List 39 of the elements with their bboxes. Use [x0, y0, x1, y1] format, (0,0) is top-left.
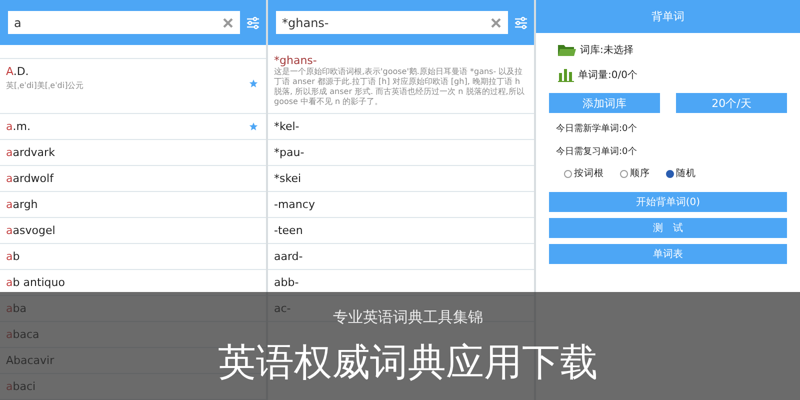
- phonetic-text: 英[ˌeˈdi]美[ˌeˈdi]公元: [6, 80, 84, 91]
- clear-icon[interactable]: [222, 16, 234, 28]
- root-entry[interactable]: *ghans- 这是一个原始印欧语词根,表示'goose'鹅.原始日耳曼语 *gans- 以及拉丁语 anser 都源于此.拉丁语 [h] 对应原始印欧语 [gh], 晚期拉丁语 h 脱落, 所以形成 anser 形式. 而古英语也经历过一次 n 脱落的过程,所以 goose 中看不见 n 的影子了。: [268, 45, 534, 114]
- panel-title: 背单词: [652, 9, 684, 24]
- daily-stat-text: 今日需复习单词:0个: [555, 146, 638, 159]
- word-entry[interactable]: ab antiquo: [6, 276, 65, 289]
- library-label: 词库:未选择: [580, 44, 634, 57]
- word-entry[interactable]: aardwolf: [6, 172, 54, 185]
- root-description: 这是一个原始印欧语词根,表示'goose'鹅.原始日耳曼语 *gans- 以及拉丁语 anser 都源于此.拉丁语 [h] 对应原始印欧语 [gh], 晚期拉丁语 h 脱落, 所以形成 anser 形式. 而古英语也经历过一次 n 脱落的过程,所以 goose 中看不见 n 的影子了。: [274, 67, 526, 107]
- word-entry[interactable]: aasvogel: [6, 224, 56, 237]
- search-field[interactable]: a: [8, 11, 240, 34]
- search-field[interactable]: *ghans-: [276, 11, 508, 34]
- filter-icon[interactable]: [246, 16, 260, 30]
- star-icon[interactable]: [249, 79, 258, 88]
- caption-subtitle: 专业英语词典工具集锦: [333, 308, 483, 327]
- mode-radio[interactable]: 随机: [666, 167, 696, 180]
- bar-chart-icon: [558, 68, 574, 82]
- root-entry-word[interactable]: *kel-: [274, 120, 300, 133]
- word-entry[interactable]: aargh: [6, 198, 38, 211]
- clear-icon[interactable]: [490, 16, 502, 28]
- daily-stat-text: 今日需新学单词:0个: [555, 122, 638, 136]
- word-count-label: 单词量:0/0个: [578, 68, 638, 82]
- mode-radio[interactable]: 顺序: [620, 167, 650, 180]
- mode-radio[interactable]: 按词根: [564, 167, 604, 180]
- root-entry-word[interactable]: *pau-: [274, 146, 304, 159]
- caption-title: 英语权威词典应用下载: [218, 339, 598, 386]
- word-entry[interactable]: aardvark: [6, 146, 55, 159]
- root-entry-word[interactable]: -mancy: [274, 198, 315, 211]
- root-entry-word[interactable]: aard-: [274, 250, 303, 263]
- root-entry-word[interactable]: *skei: [274, 172, 302, 185]
- word-entry[interactable]: a.m.: [6, 120, 30, 133]
- root-entry-word[interactable]: abb-: [274, 276, 299, 289]
- word-entry[interactable]: ab: [6, 250, 20, 263]
- folder-icon: [558, 44, 576, 56]
- root-word: *ghans-: [274, 54, 318, 67]
- star-icon[interactable]: [249, 122, 258, 131]
- root-entry-word[interactable]: -teen: [274, 224, 303, 237]
- word-entry[interactable]: A.D.: [6, 65, 84, 78]
- filter-icon[interactable]: [514, 16, 528, 30]
